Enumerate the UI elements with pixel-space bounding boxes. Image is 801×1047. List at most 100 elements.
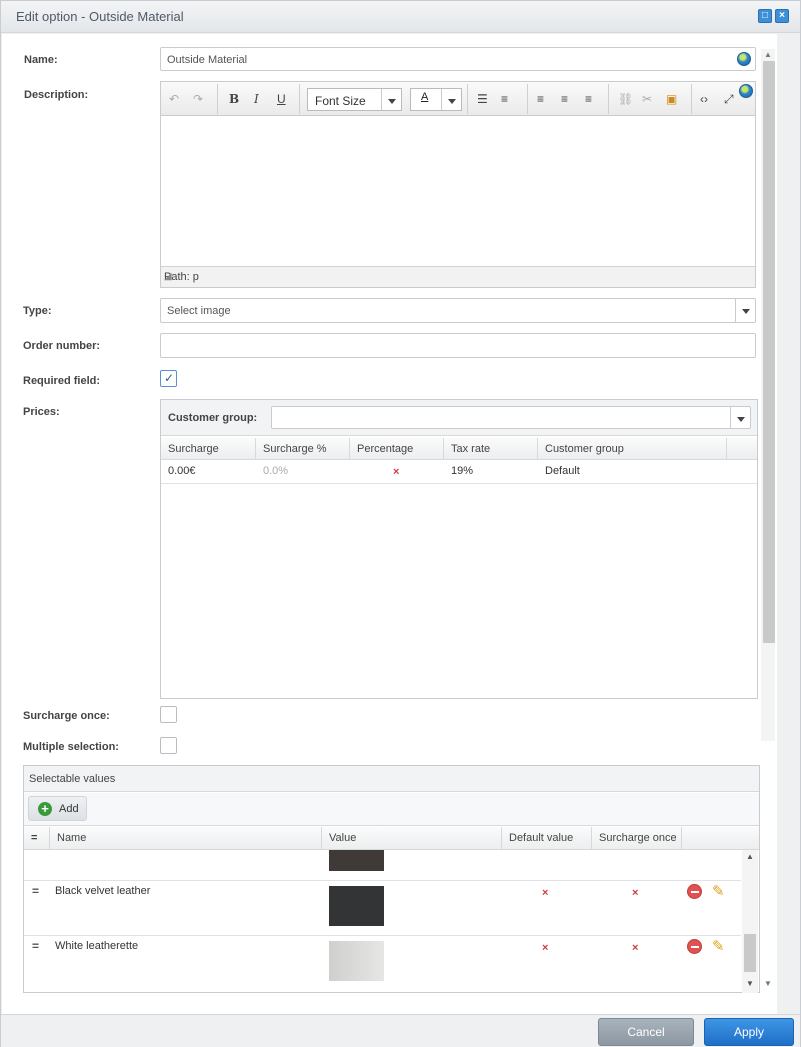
multiple-selection-label: Multiple selection: [23, 741, 119, 753]
table-row[interactable]: = White leatherette × × ✎ [24, 937, 741, 992]
redo-icon[interactable]: ↷ [193, 91, 203, 107]
numbered-list-icon[interactable]: ≡ [501, 91, 508, 107]
chevron-down-icon [441, 89, 461, 110]
link-icon[interactable]: ⛓ [618, 91, 633, 107]
surcharge-once-label: Surcharge once: [23, 710, 110, 722]
drag-handle-icon[interactable]: = [32, 884, 39, 898]
italic-icon[interactable]: I [254, 91, 259, 107]
required-field-checkbox[interactable]: ✓ [160, 370, 177, 387]
prices-grid-header: Surcharge Surcharge % Percentage Tax rat… [161, 438, 757, 460]
scroll-down-icon[interactable]: ▼ [746, 979, 754, 988]
delete-icon[interactable] [687, 939, 702, 954]
drag-handle-icon[interactable]: = [32, 939, 39, 953]
globe-icon[interactable] [737, 52, 751, 66]
plus-icon: + [38, 802, 52, 816]
underline-icon[interactable]: U [277, 91, 286, 107]
undo-icon[interactable]: ↶ [169, 91, 179, 107]
surcharge-once-cell: × [632, 887, 639, 899]
order-number-label: Order number: [23, 340, 101, 352]
align-center-icon[interactable]: ≡ [561, 91, 568, 107]
toolbar-separator [608, 84, 609, 114]
column-header[interactable]: Value [322, 827, 502, 849]
required-field-label: Required field: [23, 375, 101, 387]
customer-group-select[interactable] [271, 406, 751, 429]
name-label: Name: [24, 54, 58, 66]
font-size-label: Font Size [315, 94, 366, 108]
dialog-window: Edit option - Outside Material □ × Name:… [0, 0, 801, 1047]
dialog-title: Edit option - Outside Material [16, 9, 184, 24]
toolbar-separator [467, 84, 468, 114]
table-row[interactable] [24, 850, 741, 881]
selectable-values-panel: Selectable values + Add = Name Value Def… [23, 765, 760, 993]
delete-icon[interactable] [687, 884, 702, 899]
table-row[interactable]: 0.00€ 0.0% × 19% Default [161, 461, 757, 484]
surcharge-cell: 0.00€ [168, 465, 196, 477]
description-editor[interactable]: ↶ ↷ B I U Font Size A ☰ ≡ ≡ ≡ ≡ ⛓ ✂ ▣ ‹›… [160, 81, 756, 288]
column-header[interactable]: Name [50, 827, 322, 849]
order-number-input[interactable] [160, 333, 756, 358]
editor-statusbar: Path: p ◢ [161, 266, 755, 287]
customer-group-label: Customer group: [168, 412, 258, 424]
add-button[interactable]: + Add [28, 796, 87, 821]
surcharge-once-checkbox[interactable] [160, 706, 177, 723]
values-grid-header: = Name Value Default value Surcharge onc… [24, 827, 759, 850]
scroll-up-icon[interactable]: ▲ [764, 50, 772, 59]
column-header[interactable]: Surcharge once [592, 827, 682, 849]
column-header[interactable]: Percentage [350, 438, 444, 460]
name-value: Outside Material [167, 54, 248, 66]
multiple-selection-checkbox[interactable] [160, 737, 177, 754]
toolbar-separator [527, 84, 528, 114]
selectable-values-toolbar: + Add [24, 793, 759, 826]
chevron-down-icon [381, 89, 401, 110]
toolbar-separator [217, 84, 218, 114]
scroll-up-icon[interactable]: ▲ [746, 852, 754, 861]
cancel-button[interactable]: Cancel [598, 1018, 694, 1046]
align-left-icon[interactable]: ≡ [537, 91, 544, 107]
font-color-select[interactable]: A [410, 88, 462, 111]
column-header[interactable]: Surcharge % [256, 438, 350, 460]
selectable-values-title: Selectable values [29, 773, 116, 785]
surcharge-pct-cell: 0.0% [263, 465, 289, 477]
globe-icon[interactable] [739, 84, 753, 98]
image-icon[interactable]: ▣ [666, 91, 677, 107]
scroll-down-icon[interactable]: ▼ [764, 979, 772, 988]
surcharge-once-cell: × [632, 942, 639, 954]
value-swatch [329, 850, 384, 871]
fullscreen-icon[interactable]: ⤢ [724, 91, 734, 107]
column-header[interactable]: Default value [502, 827, 592, 849]
bold-icon[interactable]: B [229, 91, 239, 107]
column-header[interactable]: Customer group [538, 438, 727, 460]
default-value-cell: × [542, 887, 549, 899]
pencil-icon[interactable]: ✎ [712, 882, 725, 900]
column-header[interactable]: Surcharge [161, 438, 256, 460]
resize-handle-icon[interactable]: ◢ [164, 271, 753, 286]
value-name: Black velvet leather [55, 885, 151, 897]
font-color-icon: A [421, 91, 429, 103]
table-row[interactable]: = Black velvet leather × × ✎ [24, 882, 741, 936]
values-scrollbar-thumb[interactable] [744, 934, 756, 972]
maximize-icon[interactable]: □ [758, 9, 772, 23]
drag-column-header: = [24, 827, 50, 849]
chevron-down-icon [735, 299, 755, 322]
toolbar-separator [691, 84, 692, 114]
apply-button[interactable]: Apply [704, 1018, 794, 1046]
align-right-icon[interactable]: ≡ [585, 91, 592, 107]
bullet-list-icon[interactable]: ☰ [477, 91, 488, 107]
default-value-cell: × [542, 942, 549, 954]
value-name: White leatherette [55, 940, 139, 952]
dialog-footer: Cancel Apply [1, 1014, 800, 1047]
font-size-select[interactable]: Font Size [307, 88, 402, 111]
percentage-cell: × [393, 466, 400, 478]
name-field[interactable]: Outside Material [160, 47, 756, 71]
pencil-icon[interactable]: ✎ [712, 937, 725, 955]
values-scrollbar[interactable]: ▲ ▼ [742, 850, 758, 993]
dialog-scrollbar-thumb[interactable] [763, 61, 775, 643]
column-header[interactable]: Tax rate [444, 438, 538, 460]
unlink-icon[interactable]: ✂ [642, 91, 652, 107]
code-icon[interactable]: ‹› [700, 91, 708, 107]
toolbar-separator [299, 84, 300, 114]
type-select[interactable]: Select image [160, 298, 756, 323]
check-icon: ✓ [164, 371, 175, 385]
close-icon[interactable]: × [775, 9, 789, 23]
value-swatch [329, 886, 384, 926]
